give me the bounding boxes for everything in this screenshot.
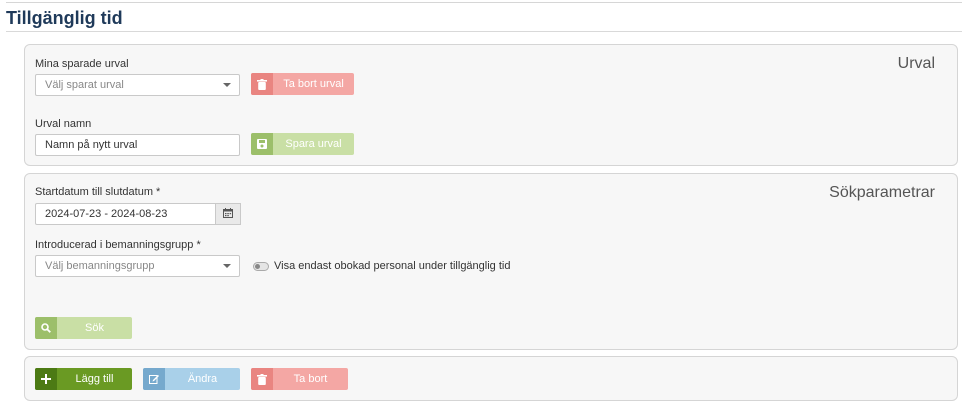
search-button[interactable]: Sök bbox=[35, 317, 132, 339]
unbooked-only-toggle[interactable] bbox=[253, 262, 269, 271]
date-range-label: Startdatum till slutdatum * bbox=[35, 186, 161, 198]
selection-name-placeholder: Namn på nytt urval bbox=[45, 139, 138, 151]
add-button-label: Lägg till bbox=[75, 373, 114, 385]
delete-button-label: Ta bort bbox=[293, 373, 328, 385]
search-icon bbox=[35, 317, 57, 339]
page-title: Tillgänglig tid bbox=[6, 8, 123, 28]
saved-selections-label: Mina sparade urval bbox=[35, 58, 129, 70]
add-button[interactable]: Lägg till bbox=[35, 368, 132, 390]
delete-selection-button[interactable]: Ta bort urval bbox=[251, 73, 354, 95]
calendar-button[interactable] bbox=[216, 203, 241, 225]
saved-selection-value: Välj sparat urval bbox=[45, 79, 124, 91]
calendar-icon bbox=[223, 205, 233, 223]
unbooked-only-label: Visa endast obokad personal under tillgä… bbox=[274, 260, 511, 272]
staffing-group-value: Välj bemanningsgrupp bbox=[45, 260, 155, 272]
trash-icon bbox=[251, 73, 273, 95]
edit-button-label: Ändra bbox=[187, 373, 218, 385]
saved-selection-select[interactable]: Välj sparat urval bbox=[35, 74, 240, 96]
trash-icon bbox=[251, 368, 273, 390]
staffing-group-select[interactable]: Välj bemanningsgrupp bbox=[35, 255, 240, 277]
toggle-knob bbox=[255, 264, 260, 269]
chevron-down-icon bbox=[223, 83, 231, 87]
search-parameters-heading: Sökparametrar bbox=[829, 184, 935, 201]
urval-heading: Urval bbox=[897, 55, 935, 72]
plus-icon bbox=[35, 368, 57, 390]
title-divider bbox=[6, 31, 962, 32]
date-range-value: 2024-07-23 - 2024-08-23 bbox=[45, 208, 168, 220]
selection-name-input[interactable]: Namn på nytt urval bbox=[35, 134, 240, 156]
urval-panel: Urval Mina sparade urval Välj sparat urv… bbox=[24, 44, 958, 166]
selection-name-label: Urval namn bbox=[35, 118, 92, 130]
search-button-label: Sök bbox=[85, 322, 104, 334]
save-icon bbox=[251, 133, 273, 155]
save-selection-label: Spara urval bbox=[285, 138, 342, 150]
chevron-down-icon bbox=[223, 264, 231, 268]
actions-panel: Lägg till Ändra Ta bort bbox=[24, 356, 958, 401]
staffing-group-label: Introducerad i bemanningsgrupp * bbox=[35, 239, 201, 251]
search-parameters-panel: Sökparametrar Startdatum till slutdatum … bbox=[24, 173, 958, 350]
date-range-input[interactable]: 2024-07-23 - 2024-08-23 bbox=[35, 203, 216, 225]
delete-button[interactable]: Ta bort bbox=[251, 368, 348, 390]
edit-icon bbox=[143, 368, 165, 390]
delete-selection-label: Ta bort urval bbox=[283, 78, 344, 90]
save-selection-button[interactable]: Spara urval bbox=[251, 133, 354, 155]
edit-button[interactable]: Ändra bbox=[143, 368, 240, 390]
top-divider bbox=[6, 2, 962, 3]
